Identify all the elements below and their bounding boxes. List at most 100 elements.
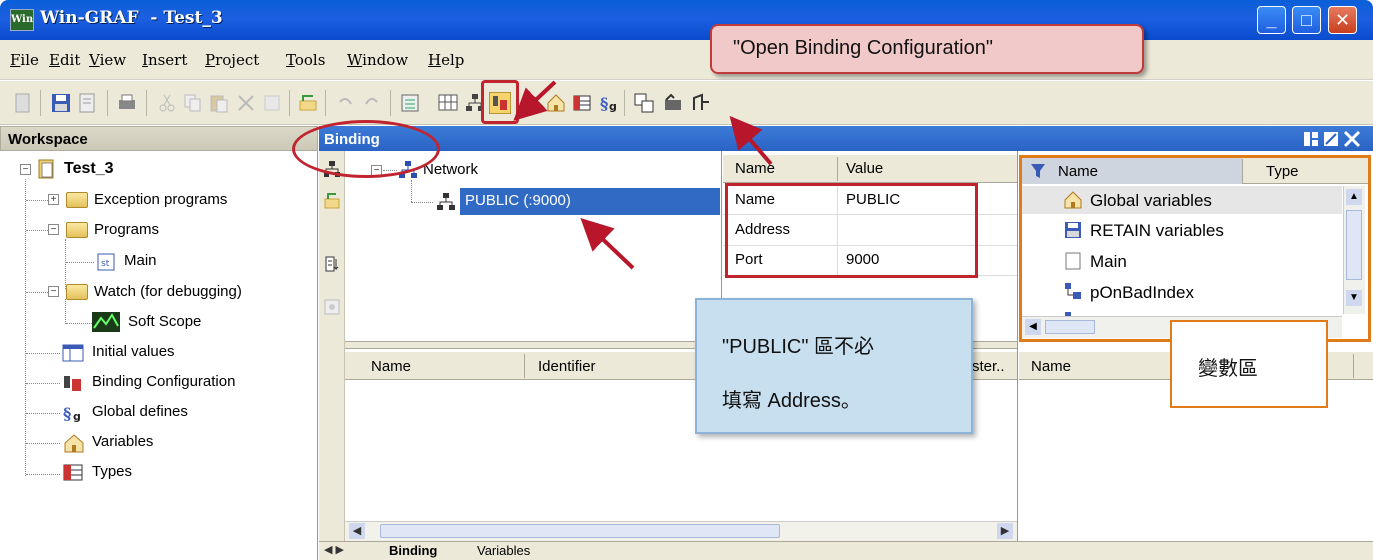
tab-scroll-icon[interactable]: ◀ ▶ xyxy=(324,543,344,556)
menu-tools[interactable]: Tools xyxy=(286,51,325,69)
public-node-icon xyxy=(437,193,455,210)
tree-item-public[interactable]: PUBLIC (:9000) xyxy=(465,192,571,209)
tree-item-soft-scope[interactable]: Soft Scope xyxy=(128,313,201,330)
svg-text:§: § xyxy=(600,94,608,113)
resource-icon[interactable] xyxy=(690,92,712,114)
delete-icon[interactable] xyxy=(235,92,257,114)
types-icon xyxy=(63,464,83,481)
props-header-name[interactable]: Name xyxy=(735,160,775,177)
scroll-right-icon[interactable]: ▶ xyxy=(997,523,1013,539)
exception-expand-toggle[interactable]: + xyxy=(48,194,59,205)
programs-collapse-toggle[interactable]: − xyxy=(48,224,59,235)
var-list-header-name[interactable]: Name xyxy=(1031,358,1071,375)
project-label[interactable]: Test_3 xyxy=(64,160,114,178)
folder-icon xyxy=(66,192,88,208)
variables-icon xyxy=(64,434,84,453)
svg-text:§: § xyxy=(63,404,71,423)
compile-icon[interactable] xyxy=(297,92,319,114)
list-header-register[interactable]: ster.. xyxy=(972,358,1005,375)
public-note-line1: "PUBLIC" 區不必 xyxy=(722,336,875,358)
restore-icon[interactable] xyxy=(1323,131,1339,147)
public-note-line2: 填寫 Address。 xyxy=(722,390,861,412)
menu-view[interactable]: View xyxy=(89,51,126,69)
tree-item-variables[interactable]: Variables xyxy=(92,433,153,450)
tree-item-programs[interactable]: Programs xyxy=(94,221,159,238)
scroll-thumb[interactable] xyxy=(380,524,780,538)
minimize-icon: _ xyxy=(1266,10,1277,30)
close-pane-icon[interactable] xyxy=(1343,130,1361,148)
window-title: Win-GRAF - Test_3 xyxy=(40,8,223,28)
tree-item-global-defines[interactable]: Global defines xyxy=(92,403,188,420)
grid-icon[interactable] xyxy=(437,92,459,114)
toolbar xyxy=(0,81,1373,125)
cut-icon[interactable] xyxy=(156,92,178,114)
types-icon[interactable] xyxy=(571,92,593,114)
io-config-icon[interactable] xyxy=(399,92,421,114)
tree-item-network[interactable]: Network xyxy=(423,161,478,178)
scroll-left-icon[interactable]: ◀ xyxy=(349,523,365,539)
tree-item-initial-values[interactable]: Initial values xyxy=(92,343,175,360)
save-as-icon[interactable] xyxy=(77,92,99,114)
public-note-callout xyxy=(695,298,973,434)
binding-ellipse-highlight xyxy=(292,120,440,178)
project-collapse-toggle[interactable]: − xyxy=(20,164,31,175)
home-icon[interactable] xyxy=(545,92,567,114)
tree-item-exception-programs[interactable]: Exception programs xyxy=(94,191,227,208)
fieldbus-icon[interactable] xyxy=(519,92,541,114)
paste-icon[interactable] xyxy=(208,92,230,114)
props-header-value[interactable]: Value xyxy=(846,160,883,177)
defines-icon: § g xyxy=(63,404,81,423)
binding-icon xyxy=(64,376,81,391)
global-defines-icon[interactable]: § g xyxy=(598,92,620,114)
print-icon[interactable] xyxy=(116,92,138,114)
copy-icon[interactable] xyxy=(182,92,204,114)
maximize-button[interactable]: □ xyxy=(1292,6,1321,34)
open-binding-callout-text: "Open Binding Configuration" xyxy=(733,37,993,59)
tree-item-watch[interactable]: Watch (for debugging) xyxy=(94,283,242,300)
properties-icon[interactable] xyxy=(323,298,341,316)
workspace-title: Workspace xyxy=(8,131,88,148)
new-icon[interactable] xyxy=(12,92,34,114)
undo-all-icon[interactable] xyxy=(261,92,283,114)
list-header-name[interactable]: Name xyxy=(371,358,411,375)
redo-icon[interactable] xyxy=(361,92,383,114)
list-header-identifier[interactable]: Identifier xyxy=(538,358,596,375)
add-item-icon[interactable] xyxy=(323,192,341,210)
binding-header xyxy=(319,126,1373,151)
debug-icon[interactable] xyxy=(662,92,684,114)
tab-variables[interactable]: Variables xyxy=(477,543,530,558)
folder-icon xyxy=(66,284,88,300)
variable-area-label: 變數區 xyxy=(1198,358,1258,380)
watch-collapse-toggle[interactable]: − xyxy=(48,286,59,297)
split-icon[interactable] xyxy=(1303,131,1319,147)
menu-insert[interactable]: Insert xyxy=(142,51,187,69)
tree-item-types[interactable]: Types xyxy=(92,463,132,480)
tab-binding[interactable]: Binding xyxy=(389,543,437,558)
menu-help[interactable]: Help xyxy=(428,51,464,69)
table-icon xyxy=(62,344,84,362)
folder-icon xyxy=(66,222,88,238)
app-icon: Win xyxy=(10,9,34,31)
close-button[interactable]: ✕ xyxy=(1328,6,1357,34)
program-icon: st xyxy=(97,253,115,271)
menu-edit[interactable]: Edit xyxy=(49,51,80,69)
tree-item-binding-configuration[interactable]: Binding Configuration xyxy=(92,373,235,390)
menu-project[interactable]: Project xyxy=(205,51,259,69)
svg-text:st: st xyxy=(101,259,110,269)
variables-highlight xyxy=(1019,155,1371,342)
svg-text:g: g xyxy=(73,410,81,423)
maximize-icon: □ xyxy=(1301,10,1312,30)
minimize-button[interactable]: _ xyxy=(1257,6,1286,34)
menu-window[interactable]: Window xyxy=(347,51,408,69)
sort-icon[interactable] xyxy=(323,255,341,273)
close-icon: ✕ xyxy=(1334,10,1351,30)
windows-icon[interactable] xyxy=(633,92,655,114)
undo-icon[interactable] xyxy=(334,92,356,114)
scope-icon xyxy=(92,312,120,332)
tree-item-main[interactable]: Main xyxy=(124,252,157,269)
save-icon[interactable] xyxy=(50,92,72,114)
binding-config-highlight xyxy=(481,80,519,124)
menu-file[interactable]: File xyxy=(10,51,39,69)
project-icon xyxy=(38,159,54,179)
svg-text:g: g xyxy=(609,100,617,113)
